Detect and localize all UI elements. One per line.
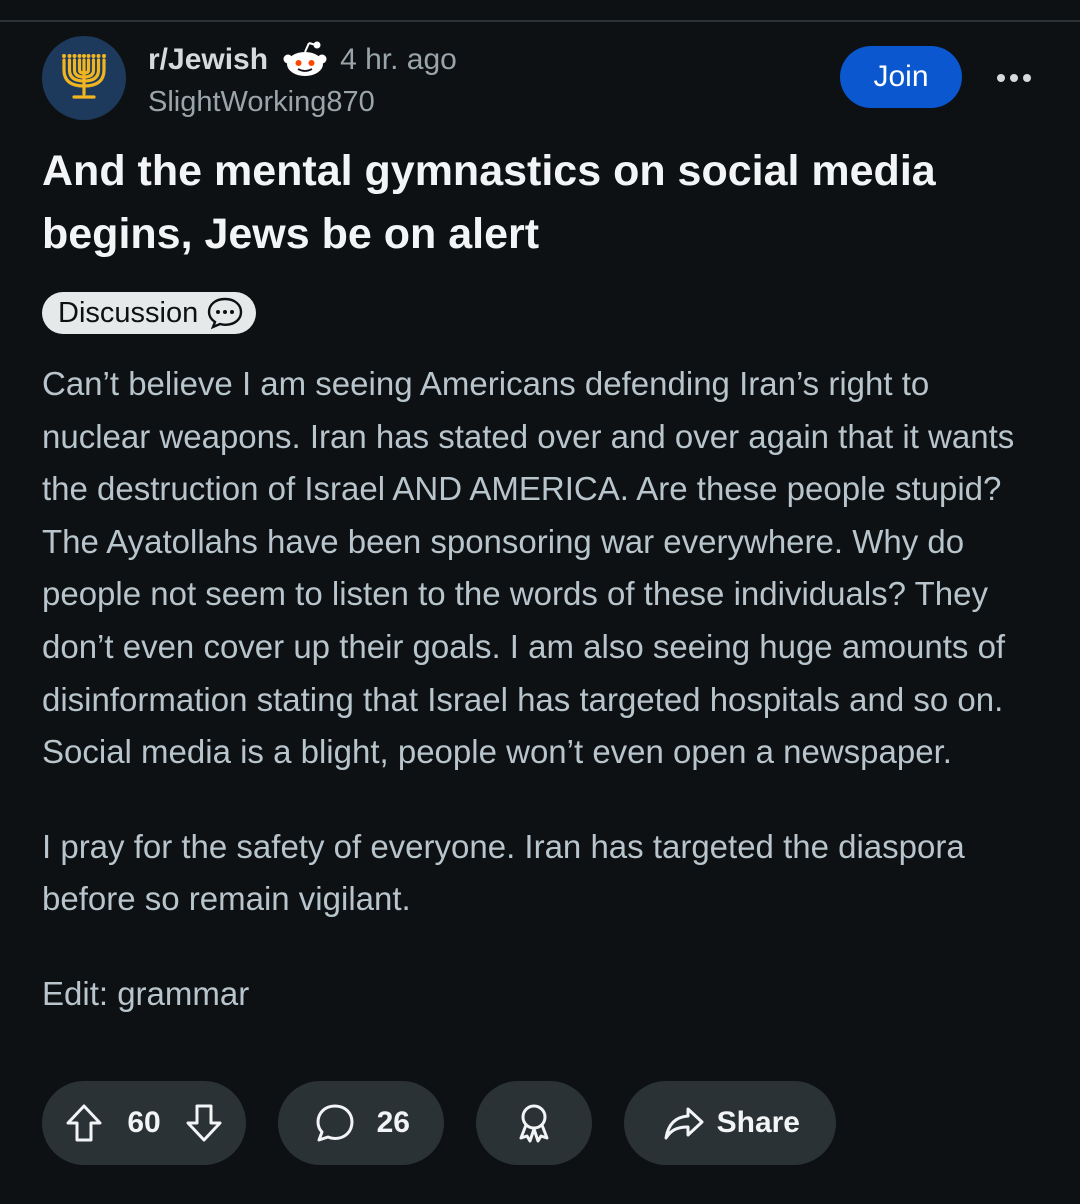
share-button[interactable]: Share — [624, 1081, 836, 1165]
post-time: 4 hr. ago — [340, 43, 457, 76]
more-options-icon[interactable] — [992, 58, 1036, 98]
speech-bubble-icon — [206, 296, 244, 330]
join-button[interactable]: Join — [840, 46, 962, 108]
post-meta: r/Jewish 4 hr. ago SlightWorking870 — [148, 40, 457, 119]
author-username[interactable]: SlightWorking870 — [148, 86, 457, 119]
post-title[interactable]: And the mental gymnastics on social medi… — [42, 140, 1032, 266]
subreddit-name[interactable]: r/Jewish — [148, 43, 268, 77]
upvote-icon[interactable] — [64, 1102, 104, 1144]
share-label: Share — [716, 1106, 800, 1139]
post-header: r/Jewish 4 hr. ago SlightWorking870 Join — [42, 36, 1042, 126]
body-paragraph: Edit: grammar — [42, 974, 250, 1012]
snoo-icon — [282, 40, 328, 80]
comment-icon — [314, 1102, 356, 1144]
downvote-icon[interactable] — [184, 1102, 224, 1144]
action-bar: 60 26 Share — [42, 1081, 836, 1165]
menorah-icon — [62, 54, 106, 99]
award-button[interactable] — [476, 1081, 592, 1165]
award-icon — [514, 1101, 554, 1145]
body-paragraph: I pray for the safety of everyone. Iran … — [42, 827, 965, 918]
body-paragraph: Can’t believe I am seeing Americans defe… — [42, 365, 1015, 771]
post-card: r/Jewish 4 hr. ago SlightWorking870 Join… — [42, 36, 1042, 1021]
comments-button[interactable]: 26 — [278, 1081, 444, 1165]
vote-count: 60 — [127, 1106, 161, 1139]
subreddit-avatar[interactable] — [42, 36, 126, 120]
flair-label: Discussion — [58, 296, 199, 329]
top-divider — [0, 20, 1080, 22]
post-body: Can’t believe I am seeing Americans defe… — [42, 358, 1042, 1021]
vote-control: 60 — [42, 1081, 246, 1165]
comment-count: 26 — [376, 1106, 410, 1139]
post-flair[interactable]: Discussion — [42, 292, 257, 334]
share-icon — [662, 1103, 706, 1143]
